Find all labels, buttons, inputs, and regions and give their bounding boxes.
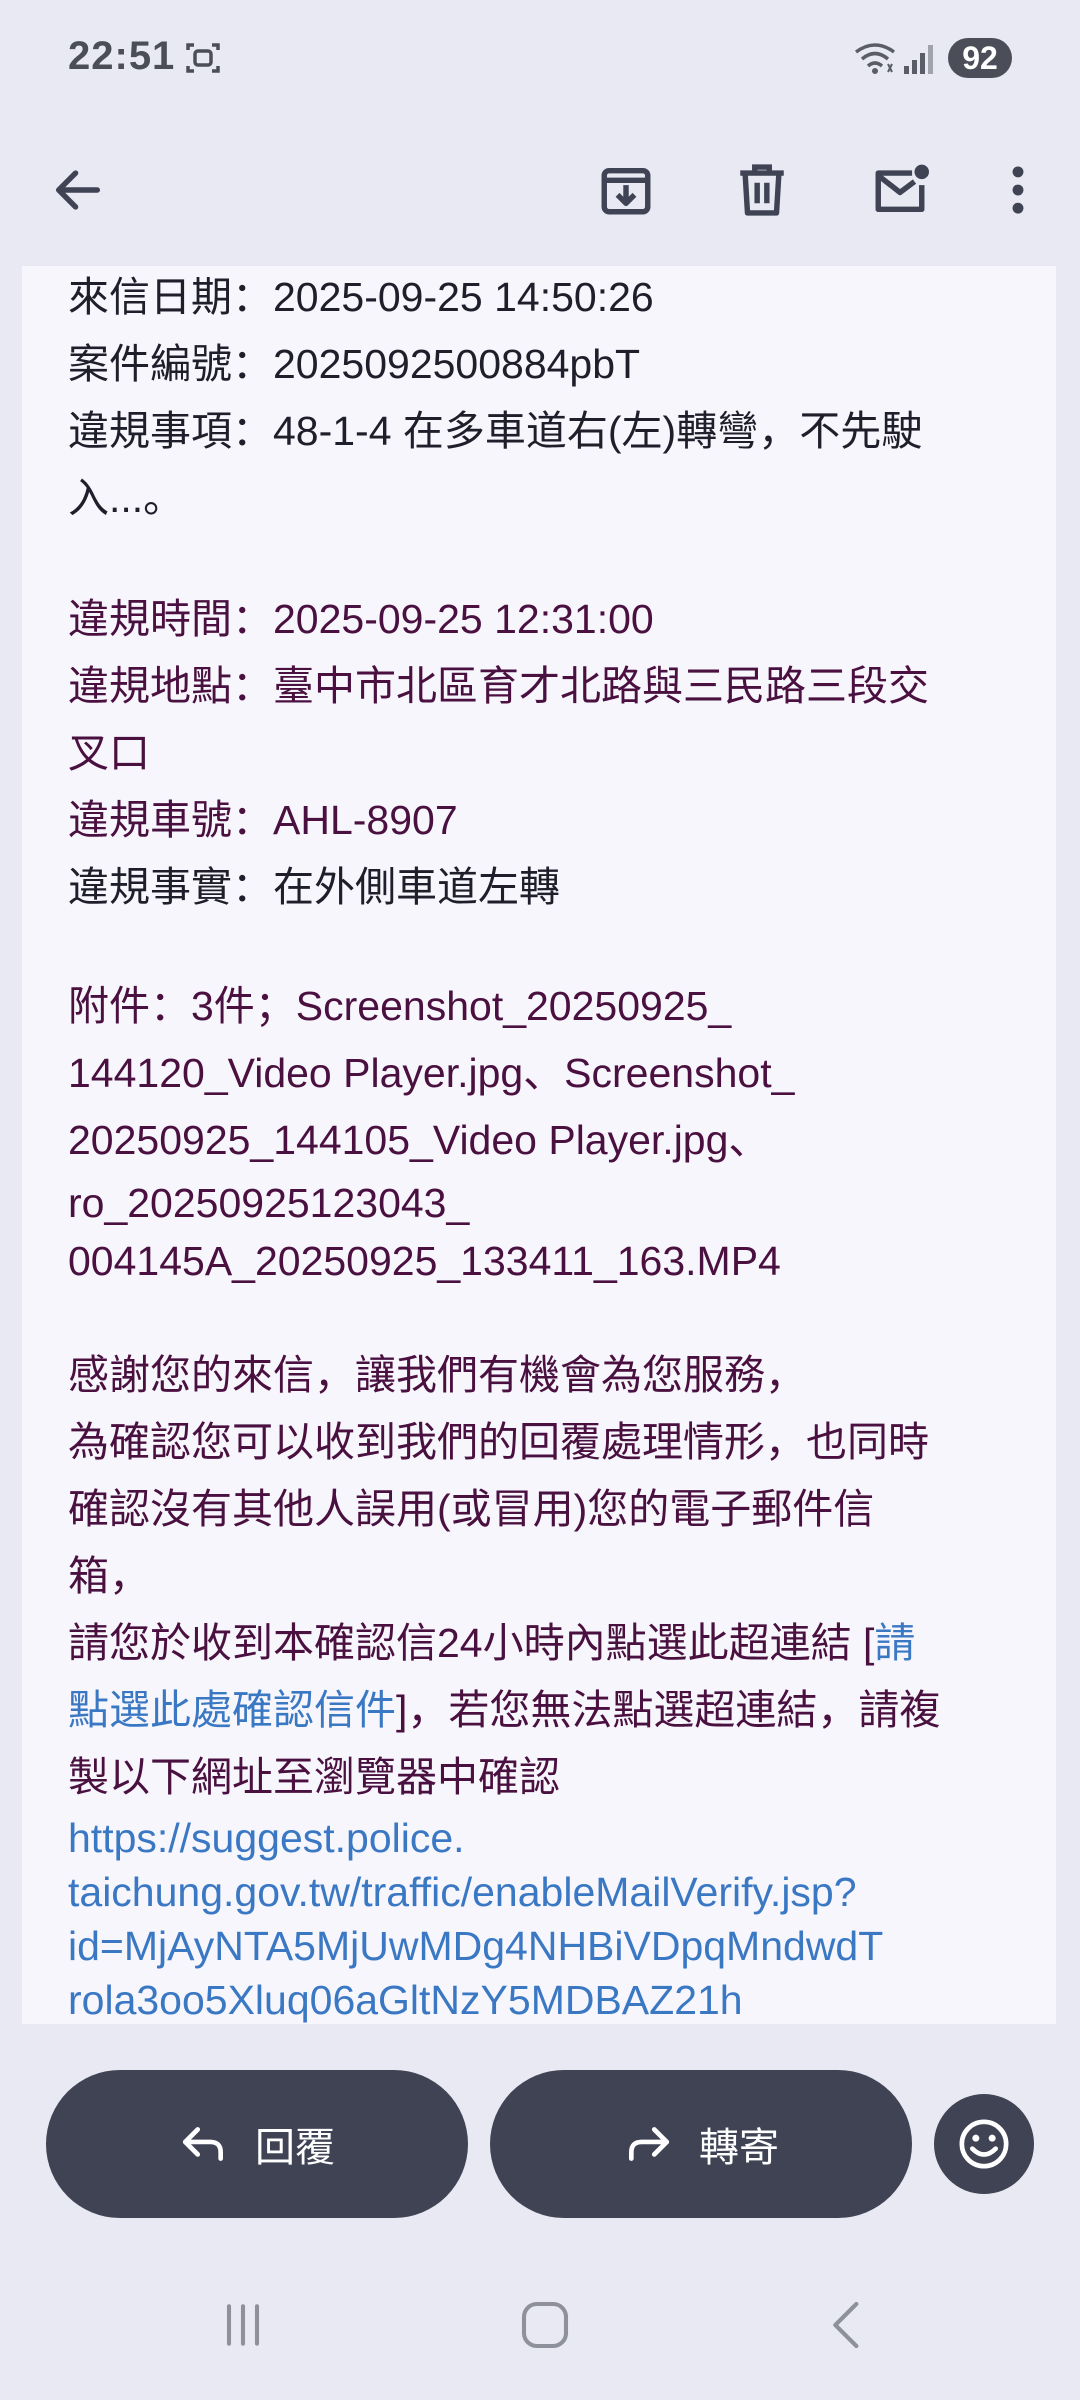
delete-button[interactable]	[712, 140, 812, 240]
archive-icon	[601, 167, 651, 215]
confirm-link-part-2[interactable]: 點選此處確認信件	[68, 1687, 396, 1733]
violation-item-line-1: 違規事項：48-1-4 在多車道右(左)轉彎，不先駛	[68, 408, 923, 454]
attachment-line-5: 004145A_20250925_133411_163.MP4	[68, 1238, 781, 1284]
plate-line: 違規車號：AHL-8907	[68, 797, 458, 843]
violation-fact-line: 違規事實：在外側車道左轉	[68, 864, 560, 910]
more-vertical-icon	[1012, 166, 1024, 214]
verify-url-link[interactable]: https://suggest.police. taichung.gov.tw/…	[68, 1811, 1048, 2024]
action-bar: 回覆 轉寄	[0, 2024, 1080, 2244]
click-prefix: 請您於收到本確認信24小時內點選此超連結 [	[68, 1620, 875, 1666]
thanks-line: 感謝您的來信，讓我們有機會為您服務，	[68, 1352, 806, 1398]
status-time: 22:51	[68, 34, 176, 78]
reply-button[interactable]: 回覆	[46, 2070, 468, 2218]
mark-unread-button[interactable]	[850, 140, 950, 240]
wifi-icon	[854, 43, 896, 74]
forward-icon	[628, 2127, 670, 2161]
screen: 22:51 92 來信日期：2025-09-25 14:50:26 案件編號：2…	[0, 0, 1080, 2400]
back-chevron-icon	[833, 2301, 859, 2349]
click-instruction-line-2: 點選此處確認信件]，若您無法點選超連結，請複	[68, 1677, 1048, 1744]
more-options-button[interactable]	[968, 140, 1068, 240]
archive-button[interactable]	[576, 140, 676, 240]
url-line-3: id=MjAyNTA5MjUwMDg4NHBiVDpqMndwdT	[68, 1923, 884, 1969]
copy-instruction-line: 製以下網址至瀏覽器中確認	[68, 1754, 560, 1800]
reply-icon	[182, 2127, 224, 2161]
attachment-line-2: 144120_Video Player.jpg、Screenshot_	[68, 1050, 795, 1096]
recent-apps-button[interactable]	[198, 2280, 288, 2370]
navigation-bar	[0, 2244, 1080, 2400]
confirm-line-1: 為確認您可以收到我們的回覆處理情形，也同時	[68, 1419, 929, 1465]
back-nav-button[interactable]	[802, 2280, 892, 2370]
signal-icon	[904, 45, 933, 74]
recent-apps-icon	[226, 2304, 260, 2346]
emoji-reaction-button[interactable]	[934, 2094, 1034, 2194]
back-arrow-icon	[55, 170, 101, 210]
confirm-line-2: 確認沒有其他人誤用(或冒用)您的電子郵件信	[68, 1486, 875, 1532]
attachment-line-4: ro_20250925123043_	[68, 1180, 470, 1226]
battery-icon: 92	[948, 38, 1012, 78]
back-button[interactable]	[28, 140, 128, 240]
forward-button[interactable]: 轉寄	[490, 2070, 912, 2218]
url-line-4: rola3oo5Xluq06aGltNzY5MDBAZ21h	[68, 1977, 743, 2023]
case-number-line: 案件編號：2025092500884pbT	[68, 341, 641, 387]
mark-unread-icon	[875, 164, 929, 213]
confirm-link-part-1[interactable]: 請	[874, 1620, 915, 1666]
url-line-2: taichung.gov.tw/traffic/enableMailVerify…	[68, 1869, 857, 1915]
status-bar: 22:51 92	[0, 0, 1080, 118]
violation-place-line-1: 違規地點：臺中市北區育才北路與三民路三段交	[68, 663, 929, 709]
violation-item-line-2: 入...。	[68, 475, 185, 521]
click-suffix: ]，若您無法點選超連結，請複	[396, 1687, 941, 1733]
violation-time-line: 違規時間：2025-09-25 12:31:00	[68, 596, 654, 642]
email-content: 來信日期：2025-09-25 14:50:26 案件編號：2025092500…	[68, 266, 1048, 2024]
email-body[interactable]: 來信日期：2025-09-25 14:50:26 案件編號：2025092500…	[22, 266, 1056, 2024]
home-icon	[521, 2301, 569, 2349]
violation-place-line-2: 叉口	[68, 730, 150, 776]
emoji-icon	[959, 2119, 1009, 2169]
date-line: 來信日期：2025-09-25 14:50:26	[68, 274, 654, 320]
toolbar	[0, 118, 1080, 266]
attachment-line-1: 附件：3件；Screenshot_20250925_	[68, 983, 732, 1029]
attachment-line-3: 20250925_144105_Video Player.jpg、	[68, 1117, 770, 1163]
url-line-1: https://suggest.police.	[68, 1815, 465, 1861]
reply-label: 回覆	[255, 2126, 335, 2170]
home-button[interactable]	[500, 2280, 590, 2370]
screen-record-icon	[186, 43, 220, 73]
confirm-line-3: 箱，	[68, 1553, 150, 1599]
forward-label: 轉寄	[699, 2126, 779, 2170]
click-instruction-line: 請您於收到本確認信24小時內點選此超連結 [請	[68, 1610, 1048, 1677]
trash-icon	[740, 164, 784, 216]
